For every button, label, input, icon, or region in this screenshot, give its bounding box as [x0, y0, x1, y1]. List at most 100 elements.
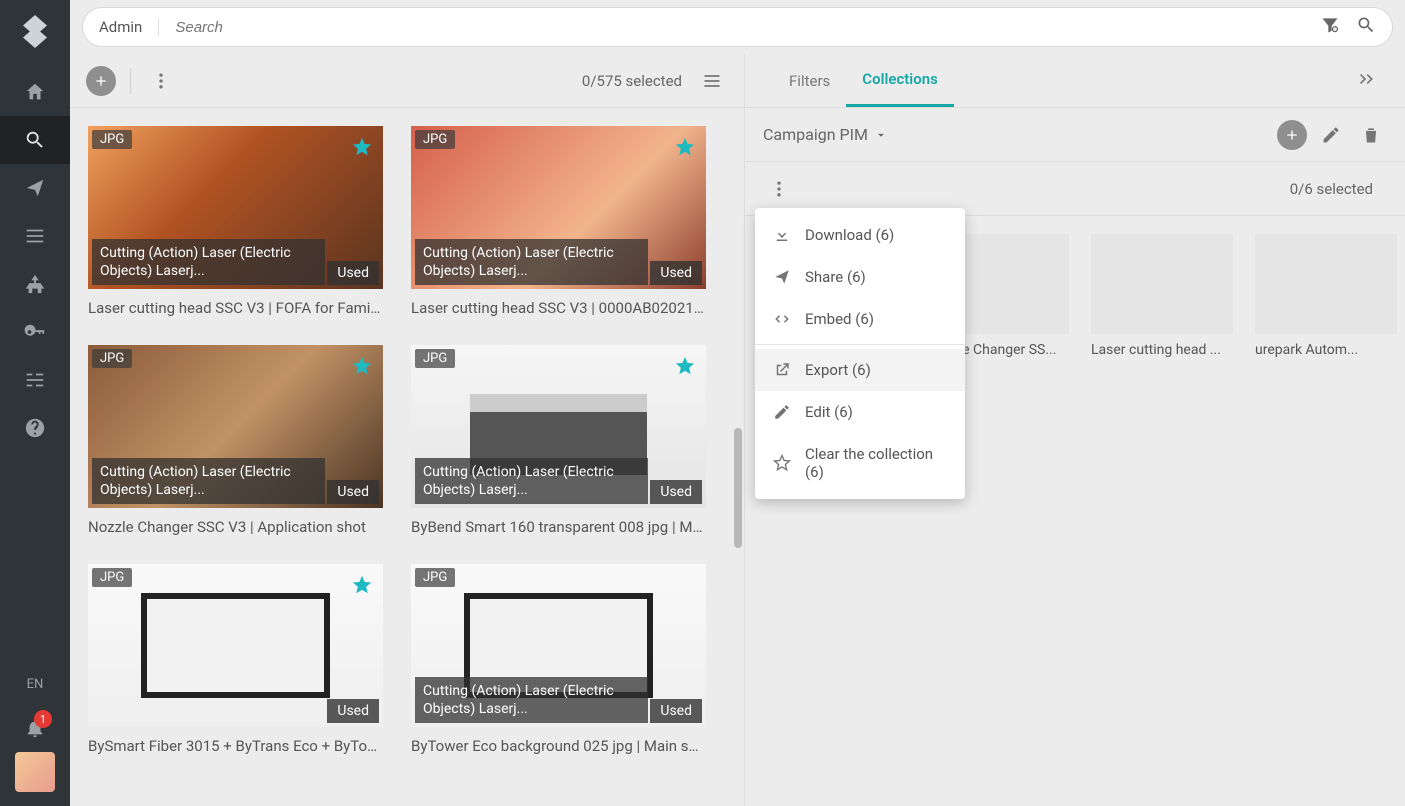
used-badge: Used: [327, 699, 379, 723]
collection-thumbnail[interactable]: [1091, 234, 1233, 334]
collection-more-menu-button[interactable]: [763, 173, 795, 205]
notification-badge: 1: [34, 710, 52, 728]
collection-item-title: Laser cutting head ...: [1091, 342, 1233, 358]
format-badge: JPG: [92, 349, 132, 368]
embed-icon: [773, 310, 791, 328]
collection-add-button[interactable]: [1277, 120, 1307, 150]
used-badge: Used: [650, 699, 702, 723]
nav-keys[interactable]: [0, 308, 70, 356]
asset-card[interactable]: JPG Cutting (Action) Laser (Electric Obje…: [88, 345, 383, 536]
menu-embed-label: Embed (6): [805, 310, 874, 328]
browse-toolbar: 0/575 selected: [70, 54, 744, 108]
used-badge: Used: [327, 480, 379, 504]
asset-thumbnail[interactable]: JPG Cutting (Action) Laser (Electric Obje…: [411, 564, 706, 727]
collection-thumbnail[interactable]: [1255, 234, 1397, 334]
edit-icon: [773, 403, 791, 421]
asset-title: Nozzle Changer SSC V3 | Application shot: [88, 518, 383, 536]
menu-share[interactable]: Share (6): [755, 256, 965, 298]
right-panel: Filters Collections Campaign PIM: [745, 54, 1405, 806]
search-input[interactable]: [175, 19, 1320, 36]
format-badge: JPG: [415, 568, 455, 587]
asset-title: Laser cutting head SSC V3 | FOFA for Fam…: [88, 299, 383, 317]
used-badge: Used: [650, 480, 702, 504]
search-bar: Admin: [82, 7, 1393, 47]
nav-help[interactable]: [0, 404, 70, 452]
more-menu-button[interactable]: [145, 65, 177, 97]
collection-header: Campaign PIM: [745, 108, 1405, 162]
nav-search[interactable]: [0, 116, 70, 164]
collection-item[interactable]: urepark Autom...: [1255, 234, 1397, 358]
collection-selection-count: 0/6 selected: [1290, 180, 1373, 198]
user-avatar[interactable]: [15, 752, 55, 792]
asset-grid-scroll[interactable]: JPG Cutting (Action) Laser (Electric Obje…: [70, 108, 744, 806]
tab-collections[interactable]: Collections: [846, 54, 954, 107]
format-badge: JPG: [415, 130, 455, 149]
star-icon[interactable]: [674, 355, 696, 381]
asset-title: Laser cutting head SSC V3 | 0000AB020210…: [411, 299, 706, 317]
collection-item[interactable]: Laser cutting head ...: [1091, 234, 1233, 358]
asset-card[interactable]: JPG Cutting (Action) Laser (Electric Obje…: [88, 126, 383, 317]
asset-card[interactable]: JPGCutting (Action) Laser (Electric Obje…: [411, 345, 706, 536]
asset-thumbnail[interactable]: JPGCutting (Action) Laser (Electric Obje…: [411, 345, 706, 508]
collection-selector[interactable]: Campaign PIM: [763, 125, 888, 144]
asset-thumbnail[interactable]: JPG Cutting (Action) Laser (Electric Obje…: [88, 345, 383, 508]
collection-toolbar: 0/6 selected Download (6) Share (6): [745, 162, 1405, 216]
asset-title: BySmart Fiber 3015 + ByTrans Eco + ByTow…: [88, 737, 383, 755]
menu-download[interactable]: Download (6): [755, 214, 965, 256]
nav-lists[interactable]: [0, 212, 70, 260]
asset-tags: Cutting (Action) Laser (Electric Objects…: [92, 458, 325, 504]
star-icon[interactable]: [674, 136, 696, 162]
menu-clear[interactable]: Clear the collection (6): [755, 433, 965, 493]
add-button[interactable]: [86, 66, 116, 96]
nav-settings[interactable]: [0, 356, 70, 404]
star-icon[interactable]: [351, 574, 373, 600]
filter-settings-icon[interactable]: [1320, 15, 1340, 39]
collection-edit-button[interactable]: [1315, 119, 1347, 151]
menu-divider: [755, 344, 965, 345]
collection-item-title: urepark Autom...: [1255, 342, 1397, 358]
notifications-button[interactable]: 1: [0, 704, 70, 752]
share-icon: [773, 268, 791, 286]
menu-export[interactable]: Export (6): [755, 349, 965, 391]
app-logo[interactable]: [17, 12, 53, 48]
nav-share[interactable]: [0, 164, 70, 212]
collection-actions-menu: Download (6) Share (6) Embed (6): [755, 208, 965, 499]
collapse-panel-icon[interactable]: [1357, 69, 1377, 93]
nav-hierarchy[interactable]: [0, 260, 70, 308]
format-badge: JPG: [92, 130, 132, 149]
tab-filters[interactable]: Filters: [773, 54, 846, 107]
asset-card[interactable]: JPG Cutting (Action) Laser (Electric Obje…: [411, 126, 706, 317]
collection-name: Campaign PIM: [763, 125, 868, 144]
asset-tags: Cutting (Action) Laser (Electric Objects…: [415, 677, 648, 723]
used-badge: Used: [327, 261, 379, 285]
menu-embed[interactable]: Embed (6): [755, 298, 965, 340]
star-icon[interactable]: [351, 355, 373, 381]
asset-thumbnail[interactable]: JPGUsed: [88, 564, 383, 727]
asset-tags: Cutting (Action) Laser (Electric Objects…: [415, 239, 648, 285]
used-badge: Used: [650, 261, 702, 285]
collection-delete-button[interactable]: [1355, 119, 1387, 151]
menu-clear-label: Clear the collection (6): [805, 445, 947, 481]
top-bar: Admin: [70, 0, 1405, 54]
search-icon[interactable]: [1356, 15, 1376, 39]
sidebar: EN 1: [0, 0, 70, 806]
menu-export-label: Export (6): [805, 361, 871, 379]
search-scope[interactable]: Admin: [99, 18, 159, 36]
asset-card[interactable]: JPG Cutting (Action) Laser (Electric Obje…: [411, 564, 706, 755]
chevron-down-icon: [874, 128, 888, 142]
nav-home[interactable]: [0, 68, 70, 116]
download-icon: [773, 226, 791, 244]
browse-panel: 0/575 selected JPG Cutting (Action) Laser…: [70, 54, 745, 806]
right-tabs: Filters Collections: [745, 54, 1405, 108]
asset-tags: Cutting (Action) Laser (Electric Objects…: [92, 239, 325, 285]
language-selector[interactable]: EN: [27, 677, 44, 692]
selection-count: 0/575 selected: [582, 72, 682, 90]
view-toggle-button[interactable]: [696, 65, 728, 97]
asset-thumbnail[interactable]: JPG Cutting (Action) Laser (Electric Obje…: [411, 126, 706, 289]
star-icon[interactable]: [351, 136, 373, 162]
asset-thumbnail[interactable]: JPG Cutting (Action) Laser (Electric Obje…: [88, 126, 383, 289]
asset-card[interactable]: JPGUsed BySmart Fiber 3015 + ByTrans Eco …: [88, 564, 383, 755]
menu-edit[interactable]: Edit (6): [755, 391, 965, 433]
scrollbar[interactable]: [734, 428, 742, 548]
asset-title: ByTower Eco background 025 jpg | Main sh…: [411, 737, 706, 755]
